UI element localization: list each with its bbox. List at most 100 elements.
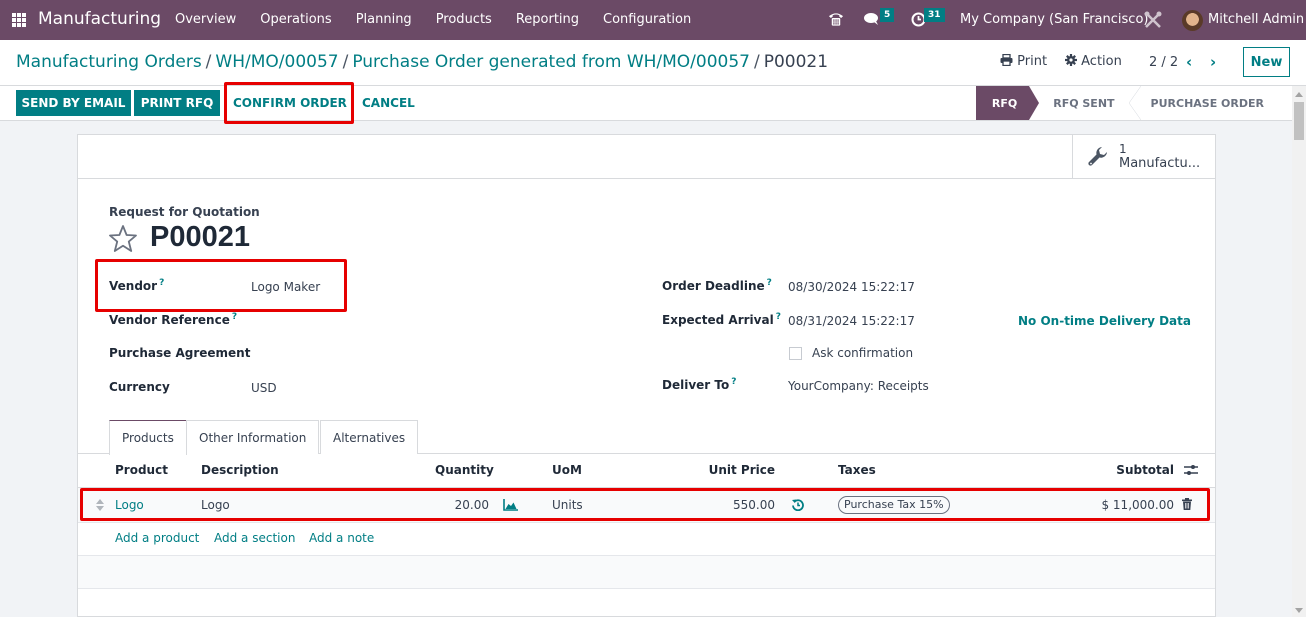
menu-configuration[interactable]: Configuration [603, 12, 691, 27]
ask-confirmation-checkbox[interactable] [789, 347, 802, 360]
scroll-thumb[interactable] [1294, 102, 1304, 140]
smart-button-bar: 1 Manufactu... [78, 135, 1215, 179]
vendor-label: Vendor? [109, 278, 164, 293]
send-by-email-button[interactable]: SEND BY EMAIL [16, 90, 131, 116]
star-icon[interactable] [108, 224, 138, 253]
column-header-subtotal[interactable]: Subtotal [1116, 463, 1174, 477]
company-switcher[interactable]: My Company (San Francisco) [960, 12, 1148, 27]
history-icon[interactable] [792, 499, 804, 511]
smart-button-count: 1 [1119, 142, 1127, 156]
order-deadline-label: Order Deadline? [662, 278, 772, 293]
add-section-link[interactable]: Add a section [214, 531, 295, 545]
breadcrumb-separator: / [205, 52, 212, 72]
new-button[interactable]: New [1243, 47, 1290, 77]
subtotal-cell: $ 11,000.00 [1101, 498, 1174, 512]
tools-icon[interactable] [1144, 11, 1162, 29]
action-button[interactable]: Action [1065, 54, 1122, 69]
tab-other-information[interactable]: Other Information [186, 420, 320, 454]
messages-badge: 5 [880, 8, 895, 22]
chevron-right-icon[interactable]: › [1210, 53, 1216, 71]
vendor-reference-field[interactable] [251, 314, 451, 330]
tax-tag[interactable]: Purchase Tax 15% [838, 496, 950, 514]
scroll-down-arrow-icon[interactable] [1295, 608, 1303, 613]
top-navbar: Manufacturing Overview Operations Planni… [0, 0, 1306, 40]
vertical-scrollbar[interactable] [1292, 86, 1306, 617]
menu-planning[interactable]: Planning [356, 12, 412, 27]
add-note-link[interactable]: Add a note [309, 531, 374, 545]
add-product-link[interactable]: Add a product [115, 531, 199, 545]
trash-icon[interactable] [1182, 498, 1192, 510]
confirm-order-button[interactable]: CONFIRM ORDER [233, 90, 347, 116]
printer-icon [1000, 53, 1013, 67]
optional-columns-icon[interactable] [1184, 464, 1198, 476]
help-icon[interactable]: ? [776, 312, 781, 322]
user-avatar[interactable] [1182, 10, 1203, 31]
ask-confirmation-label[interactable]: Ask confirmation [812, 346, 913, 360]
document-type-label: Request for Quotation [109, 205, 260, 219]
print-button[interactable]: Print [1000, 53, 1048, 69]
menu-products[interactable]: Products [436, 12, 492, 27]
user-menu[interactable]: Mitchell Admin [1208, 12, 1304, 27]
help-icon[interactable]: ? [159, 278, 164, 288]
breadcrumb-manufacturing-orders[interactable]: Manufacturing Orders [16, 52, 202, 72]
forecast-chart-icon[interactable] [503, 499, 518, 511]
deliver-to-label-text: Deliver To [662, 378, 730, 392]
product-cell[interactable]: Logo [115, 498, 144, 512]
column-header-product[interactable]: Product [115, 463, 168, 477]
divider [78, 522, 1215, 523]
app-name[interactable]: Manufacturing [38, 9, 161, 29]
column-header-uom[interactable]: UoM [552, 463, 582, 477]
tab-alternatives[interactable]: Alternatives [320, 420, 419, 454]
status-step-rfq-sent: RFQ SENT [1053, 96, 1115, 110]
smart-button-label: Manufactu... [1119, 156, 1201, 171]
vendor-field[interactable]: Logo Maker [251, 280, 320, 294]
manufacturing-smart-button[interactable]: 1 Manufactu... [1072, 135, 1215, 178]
deliver-to-field[interactable]: YourCompany: Receipts [788, 379, 929, 393]
description-cell[interactable]: Logo [201, 498, 230, 512]
unit-price-cell[interactable]: 550.00 [733, 498, 775, 512]
column-header-description[interactable]: Description [201, 463, 279, 477]
scroll-up-arrow-icon[interactable] [1295, 92, 1303, 97]
purchase-agreement-label: Purchase Agreement [109, 346, 251, 360]
pager-value[interactable]: 2 / 2 [1149, 55, 1178, 70]
quantity-cell[interactable]: 20.00 [455, 498, 489, 512]
status-steps: RFQ RFQ SENT PURCHASE ORDER [975, 86, 1278, 120]
order-deadline-label-text: Order Deadline [662, 279, 765, 293]
table-row[interactable]: Logo Logo 20.00 Units 550.00 Purchase Ta… [78, 488, 1215, 522]
menu-reporting[interactable]: Reporting [516, 12, 579, 27]
help-icon[interactable]: ? [731, 377, 736, 387]
cancel-button[interactable]: CANCEL [362, 90, 415, 116]
chat-icon[interactable] [864, 12, 880, 26]
expected-arrival-field[interactable]: 08/31/2024 15:22:17 [788, 314, 915, 328]
breadcrumb-purchase-order[interactable]: Purchase Order generated from WH/MO/0005… [352, 52, 750, 72]
breadcrumb-mo[interactable]: WH/MO/00057 [215, 52, 338, 72]
breadcrumb-current: P00021 [763, 52, 829, 72]
column-header-unit-price[interactable]: Unit Price [709, 463, 775, 477]
vendor-reference-label: Vendor Reference? [109, 312, 237, 327]
tab-products[interactable]: Products [109, 420, 187, 455]
purchase-agreement-field[interactable] [251, 346, 451, 362]
activities-badge: 31 [924, 8, 945, 22]
statusbar: SEND BY EMAIL PRINT RFQ CONFIRM ORDER CA… [0, 86, 1292, 120]
vendor-reference-label-text: Vendor Reference [109, 313, 230, 327]
currency-field[interactable]: USD [251, 381, 277, 395]
ontime-delivery-link[interactable]: No On-time Delivery Data [1018, 314, 1191, 328]
drag-handle-icon[interactable] [96, 499, 104, 511]
chevron-left-icon[interactable]: ‹ [1186, 53, 1192, 71]
column-header-taxes[interactable]: Taxes [838, 463, 876, 477]
apps-grid-icon[interactable] [12, 13, 26, 27]
order-name: P00021 [150, 221, 250, 253]
help-icon[interactable]: ? [767, 278, 772, 288]
notebook-tabs: Products Other Information Alternatives [78, 420, 1215, 455]
currency-label: Currency [109, 380, 170, 394]
order-deadline-field[interactable]: 08/30/2024 15:22:17 [788, 280, 915, 294]
print-rfq-button[interactable]: PRINT RFQ [134, 90, 220, 116]
help-icon[interactable]: ? [232, 312, 237, 322]
menu-operations[interactable]: Operations [260, 12, 331, 27]
uom-cell[interactable]: Units [552, 498, 583, 512]
expected-arrival-label-text: Expected Arrival [662, 313, 774, 327]
menu-overview[interactable]: Overview [175, 12, 236, 27]
print-label: Print [1017, 54, 1048, 69]
phone-icon[interactable] [828, 11, 844, 27]
column-header-quantity[interactable]: Quantity [435, 463, 494, 477]
